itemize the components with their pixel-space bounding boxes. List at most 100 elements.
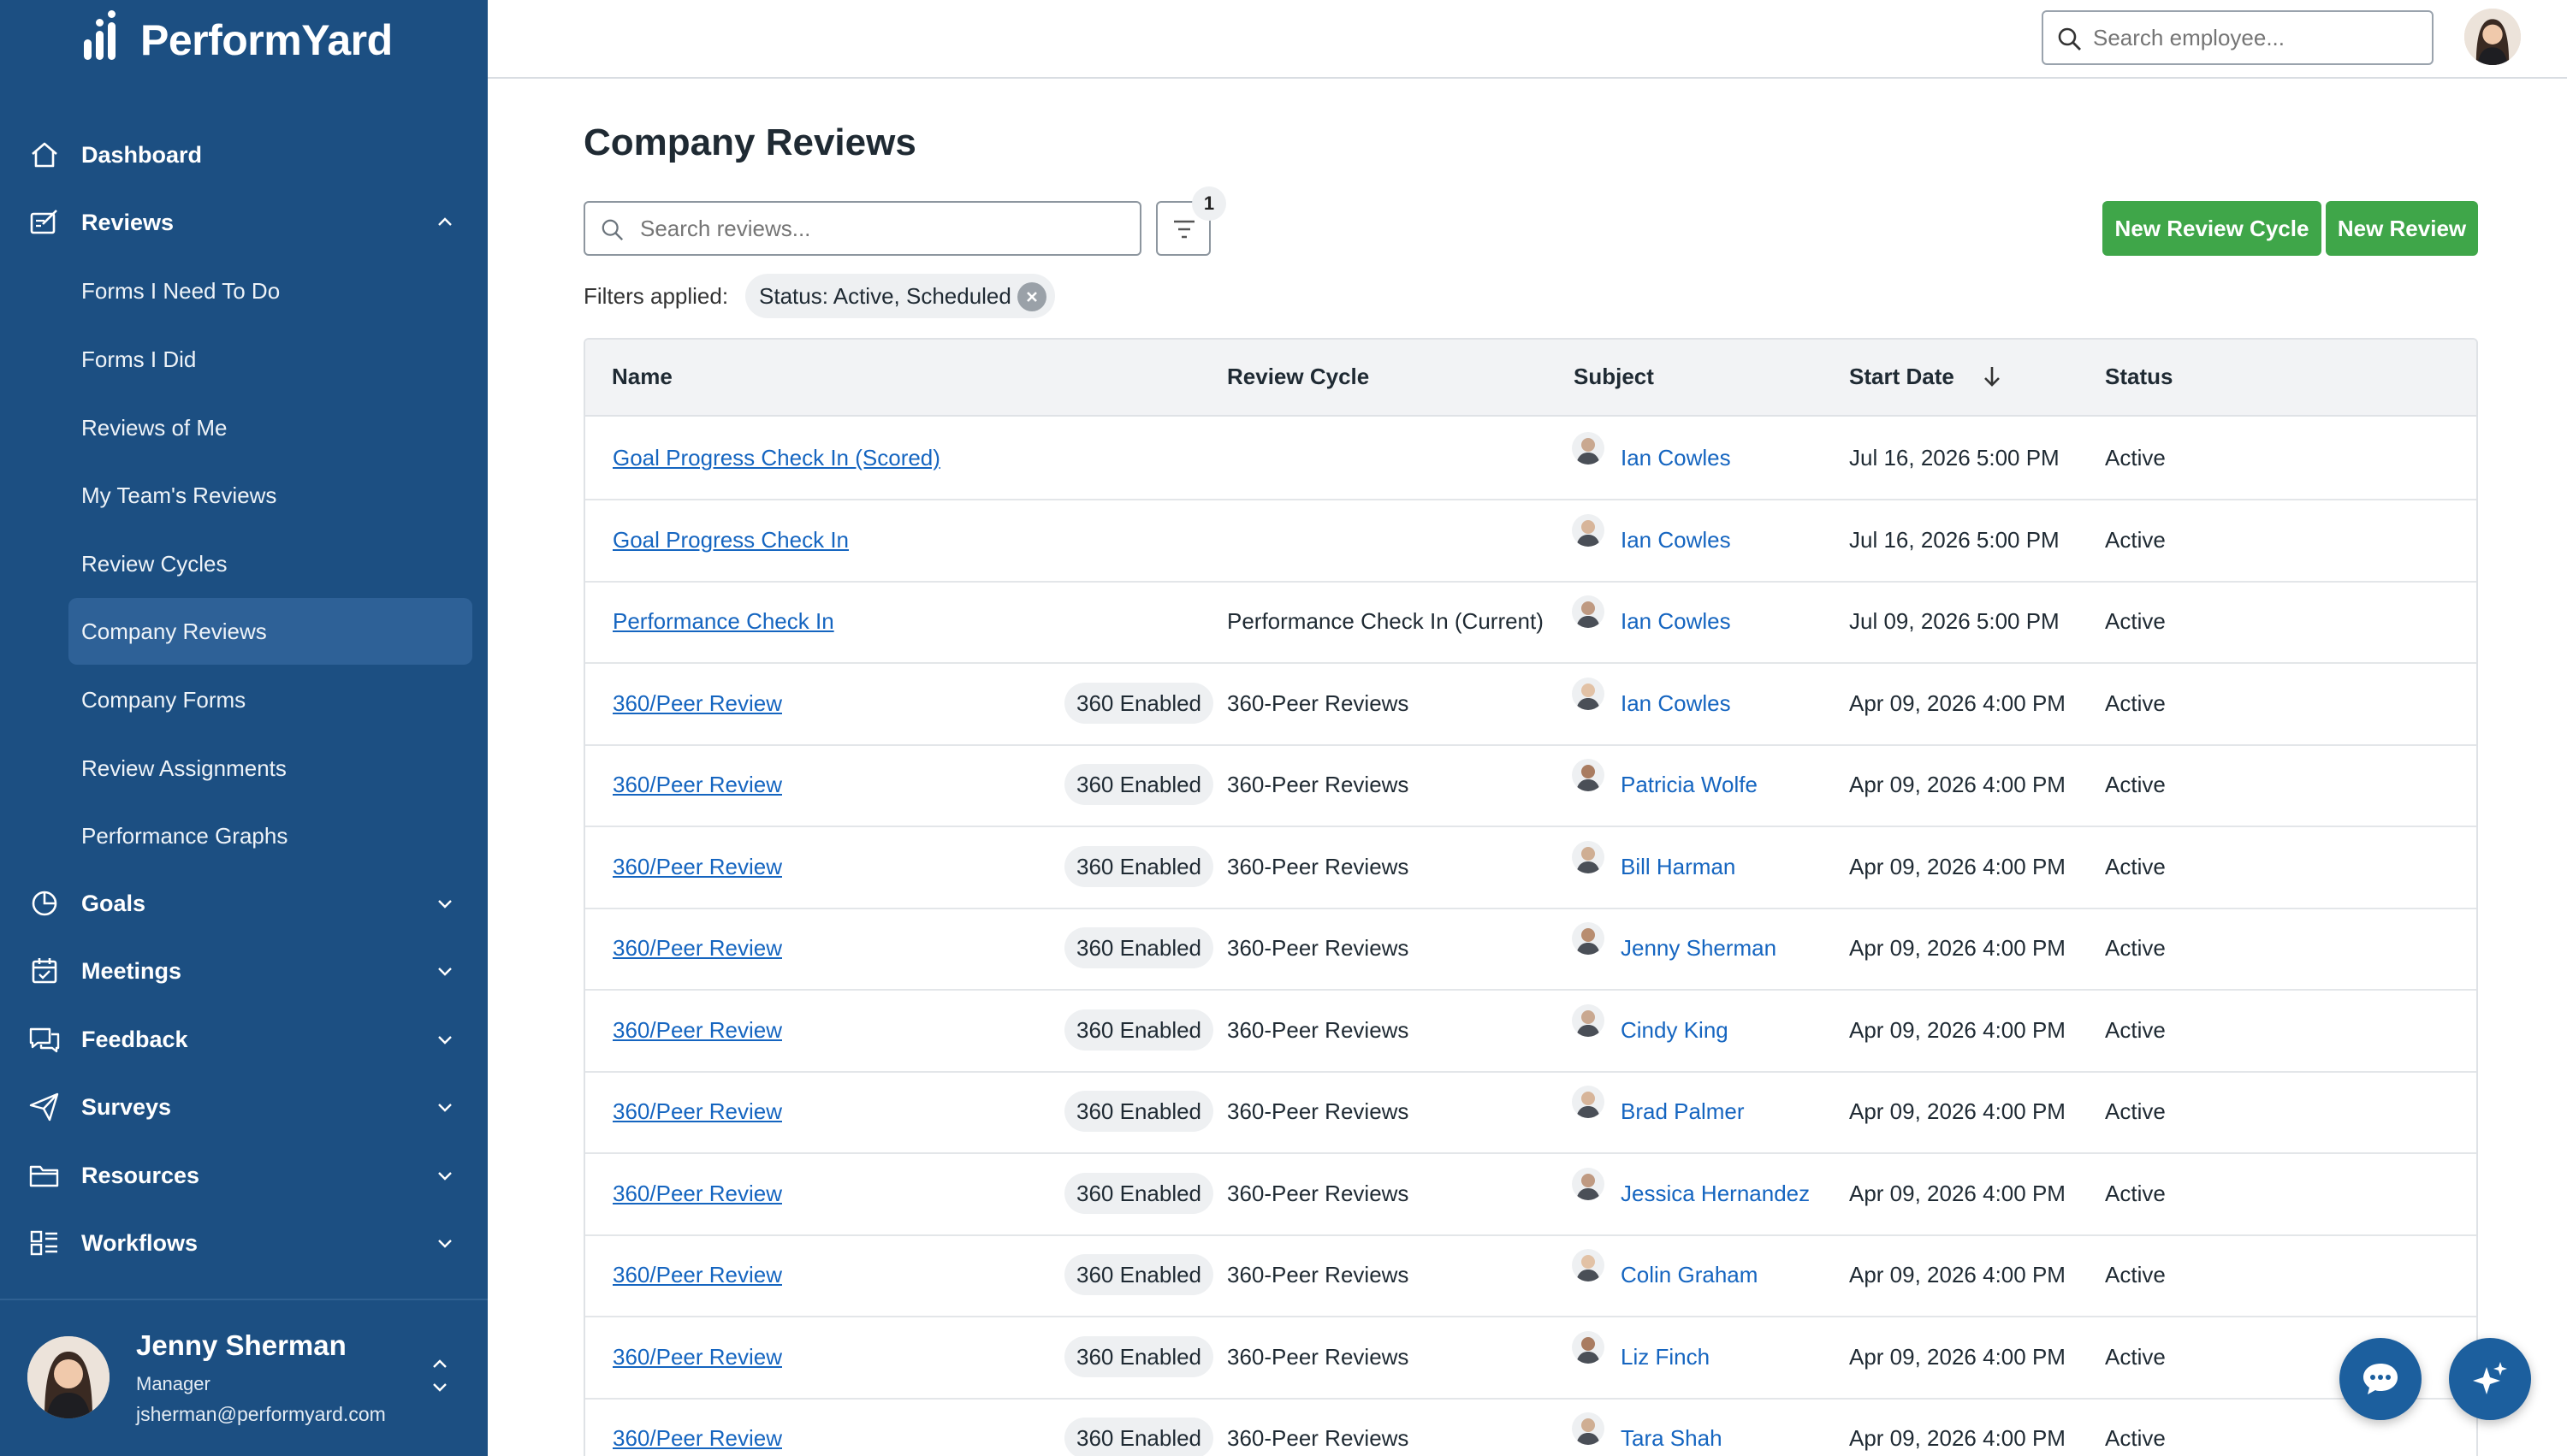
table-row[interactable]: 360/Peer Review 360 Enabled 360-Peer Revie… (585, 745, 2476, 827)
nav-workflows[interactable]: Workflows (0, 1210, 488, 1275)
subject-link[interactable]: Ian Cowles (1621, 445, 1731, 471)
sidebar-item-company-reviews[interactable]: Company Reviews (68, 598, 472, 665)
top-user-avatar[interactable] (2464, 9, 2521, 65)
chevron-down-icon (438, 900, 452, 909)
subject-link[interactable]: Colin Graham (1621, 1262, 1758, 1288)
filter-count-badge: 1 (1192, 186, 1226, 221)
table-row[interactable]: 360/Peer Review 360 Enabled 360-Peer Revie… (585, 827, 2476, 909)
reviews-search-input[interactable] (640, 211, 1119, 246)
table-row[interactable]: Goal Progress Check In (Scored) Ian Cowle… (585, 418, 2476, 500)
review-cycle-cell: 360-Peer Reviews (1227, 1425, 1409, 1451)
table-header: Name Review Cycle Subject Start Date Sta… (585, 340, 2476, 417)
nav-label: Dashboard (81, 141, 203, 168)
review-name-link[interactable]: Goal Progress Check In (Scored) (613, 445, 940, 471)
employee-search[interactable] (2042, 10, 2434, 65)
nav-label: Meetings (81, 957, 182, 984)
user-avatar[interactable] (27, 1336, 110, 1418)
review-cycle-cell: 360-Peer Reviews (1227, 1343, 1409, 1370)
app-logo[interactable]: PerformYard (84, 10, 393, 65)
new-review-cycle-button[interactable]: New Review Cycle (2102, 201, 2321, 256)
subject-link[interactable]: Cindy King (1621, 1017, 1728, 1044)
subject-link[interactable]: Ian Cowles (1621, 608, 1731, 635)
subject-link[interactable]: Ian Cowles (1621, 527, 1731, 553)
review-name-link[interactable]: 360/Peer Review (613, 854, 782, 880)
remove-filter-button[interactable] (1017, 282, 1046, 311)
subject-link[interactable]: Liz Finch (1621, 1344, 1710, 1370)
sidebar-item-my-teams-reviews[interactable]: My Team's Reviews (68, 462, 472, 529)
sidebar-item-review-assignments[interactable]: Review Assignments (68, 735, 472, 802)
review-name-link[interactable]: 360/Peer Review (613, 935, 782, 962)
table-row[interactable]: 360/Peer Review 360 Enabled 360-Peer Revie… (585, 1235, 2476, 1317)
chevron-down-icon (438, 1240, 452, 1248)
nav-surveys[interactable]: Surveys (0, 1074, 488, 1139)
sort-descending-icon[interactable] (1980, 364, 2004, 389)
review-name-link[interactable]: 360/Peer Review (613, 1262, 782, 1288)
start-date-cell: Apr 09, 2026 4:00 PM (1849, 935, 2066, 961)
sidebar-item-forms-i-did[interactable]: Forms I Did (68, 326, 472, 393)
nav-feedback[interactable]: Feedback (0, 1007, 488, 1072)
column-header-subject[interactable]: Subject (1574, 364, 1654, 390)
review-cycle-cell: Performance Check In (Current) (1227, 608, 1544, 634)
table-row[interactable]: 360/Peer Review 360 Enabled 360-Peer Revie… (585, 909, 2476, 991)
table-row[interactable]: 360/Peer Review 360 Enabled 360-Peer Revie… (585, 1072, 2476, 1154)
nav-goals[interactable]: Goals (0, 871, 488, 936)
sidebar-item-company-forms[interactable]: Company Forms (68, 666, 472, 733)
subject-link[interactable]: Jenny Sherman (1621, 935, 1776, 962)
start-date-cell: Apr 09, 2026 4:00 PM (1849, 1180, 2066, 1206)
status-cell: Active (2105, 445, 2166, 471)
chevron-up-icon (438, 217, 452, 226)
subject-link[interactable]: Jessica Hernandez (1621, 1181, 1810, 1207)
nav-reviews[interactable]: Reviews (0, 190, 488, 255)
table-row[interactable]: Goal Progress Check In Ian Cowles Jul 16, … (585, 500, 2476, 583)
subject-link[interactable]: Tara Shah (1621, 1425, 1722, 1452)
review-name-link[interactable]: 360/Peer Review (613, 1017, 782, 1044)
new-review-button[interactable]: New Review (2326, 201, 2478, 256)
review-name-link[interactable]: 360/Peer Review (613, 1181, 782, 1207)
column-header-start-date[interactable]: Start Date (1849, 364, 1954, 390)
table-row[interactable]: Performance Check In Performance Check In… (585, 582, 2476, 664)
review-name-link[interactable]: 360/Peer Review (613, 690, 782, 717)
table-row[interactable]: 360/Peer Review 360 Enabled 360-Peer Revie… (585, 991, 2476, 1073)
subject-link[interactable]: Bill Harman (1621, 854, 1735, 880)
user-role: Manager (136, 1373, 210, 1394)
subject-link[interactable]: Ian Cowles (1621, 690, 1731, 717)
subject-avatar (1572, 1086, 1604, 1118)
review-name-link[interactable]: 360/Peer Review (613, 1098, 782, 1125)
status-cell: Active (2105, 853, 2166, 879)
topbar (488, 0, 2567, 79)
table-row[interactable]: 360/Peer Review 360 Enabled 360-Peer Revie… (585, 1154, 2476, 1236)
subject-link[interactable]: Brad Palmer (1621, 1098, 1745, 1125)
sidebar-item-review-cycles[interactable]: Review Cycles (68, 530, 472, 597)
nav-meetings[interactable]: Meetings (0, 938, 488, 1003)
sidebar-item-forms-i-need-to-do[interactable]: Forms I Need To Do (68, 257, 472, 324)
expand-collapse-icon[interactable] (428, 1352, 452, 1400)
table-row[interactable]: 360/Peer Review 360 Enabled 360-Peer Revie… (585, 664, 2476, 746)
review-cycle-cell: 360-Peer Reviews (1227, 1098, 1409, 1124)
chat-support-button[interactable] (2339, 1338, 2422, 1420)
chat-bubble-icon (2363, 1364, 2398, 1394)
grid-icon (30, 1230, 57, 1256)
column-header-review-cycle[interactable]: Review Cycle (1227, 364, 1369, 390)
sidebar-item-reviews-of-me[interactable]: Reviews of Me (68, 394, 472, 461)
sidebar-item-performance-graphs[interactable]: Performance Graphs (68, 802, 472, 869)
employee-search-input[interactable] (2093, 21, 2418, 55)
table-row[interactable]: 360/Peer Review 360 Enabled 360-Peer Revie… (585, 1399, 2476, 1456)
review-cycle-cell: 360-Peer Reviews (1227, 1180, 1409, 1206)
review-name-link[interactable]: 360/Peer Review (613, 1425, 782, 1452)
reviews-search[interactable] (584, 201, 1141, 256)
nav-dashboard[interactable]: Dashboard (0, 122, 488, 187)
ai-assistant-button[interactable] (2449, 1338, 2531, 1420)
review-name-link[interactable]: Goal Progress Check In (613, 527, 849, 553)
sidebar-divider (0, 1299, 488, 1300)
column-header-status[interactable]: Status (2105, 364, 2173, 390)
review-name-link[interactable]: 360/Peer Review (613, 772, 782, 798)
360-enabled-badge: 360 Enabled (1064, 1172, 1214, 1214)
status-cell: Active (2105, 608, 2166, 634)
review-name-link[interactable]: Performance Check In (613, 608, 834, 635)
subject-link[interactable]: Patricia Wolfe (1621, 772, 1758, 798)
nav-resources[interactable]: Resources (0, 1143, 488, 1208)
column-header-name[interactable]: Name (612, 364, 673, 390)
review-name-link[interactable]: 360/Peer Review (613, 1344, 782, 1370)
table-row[interactable]: 360/Peer Review 360 Enabled 360-Peer Revie… (585, 1317, 2476, 1400)
nav-label: Surveys (81, 1093, 172, 1120)
